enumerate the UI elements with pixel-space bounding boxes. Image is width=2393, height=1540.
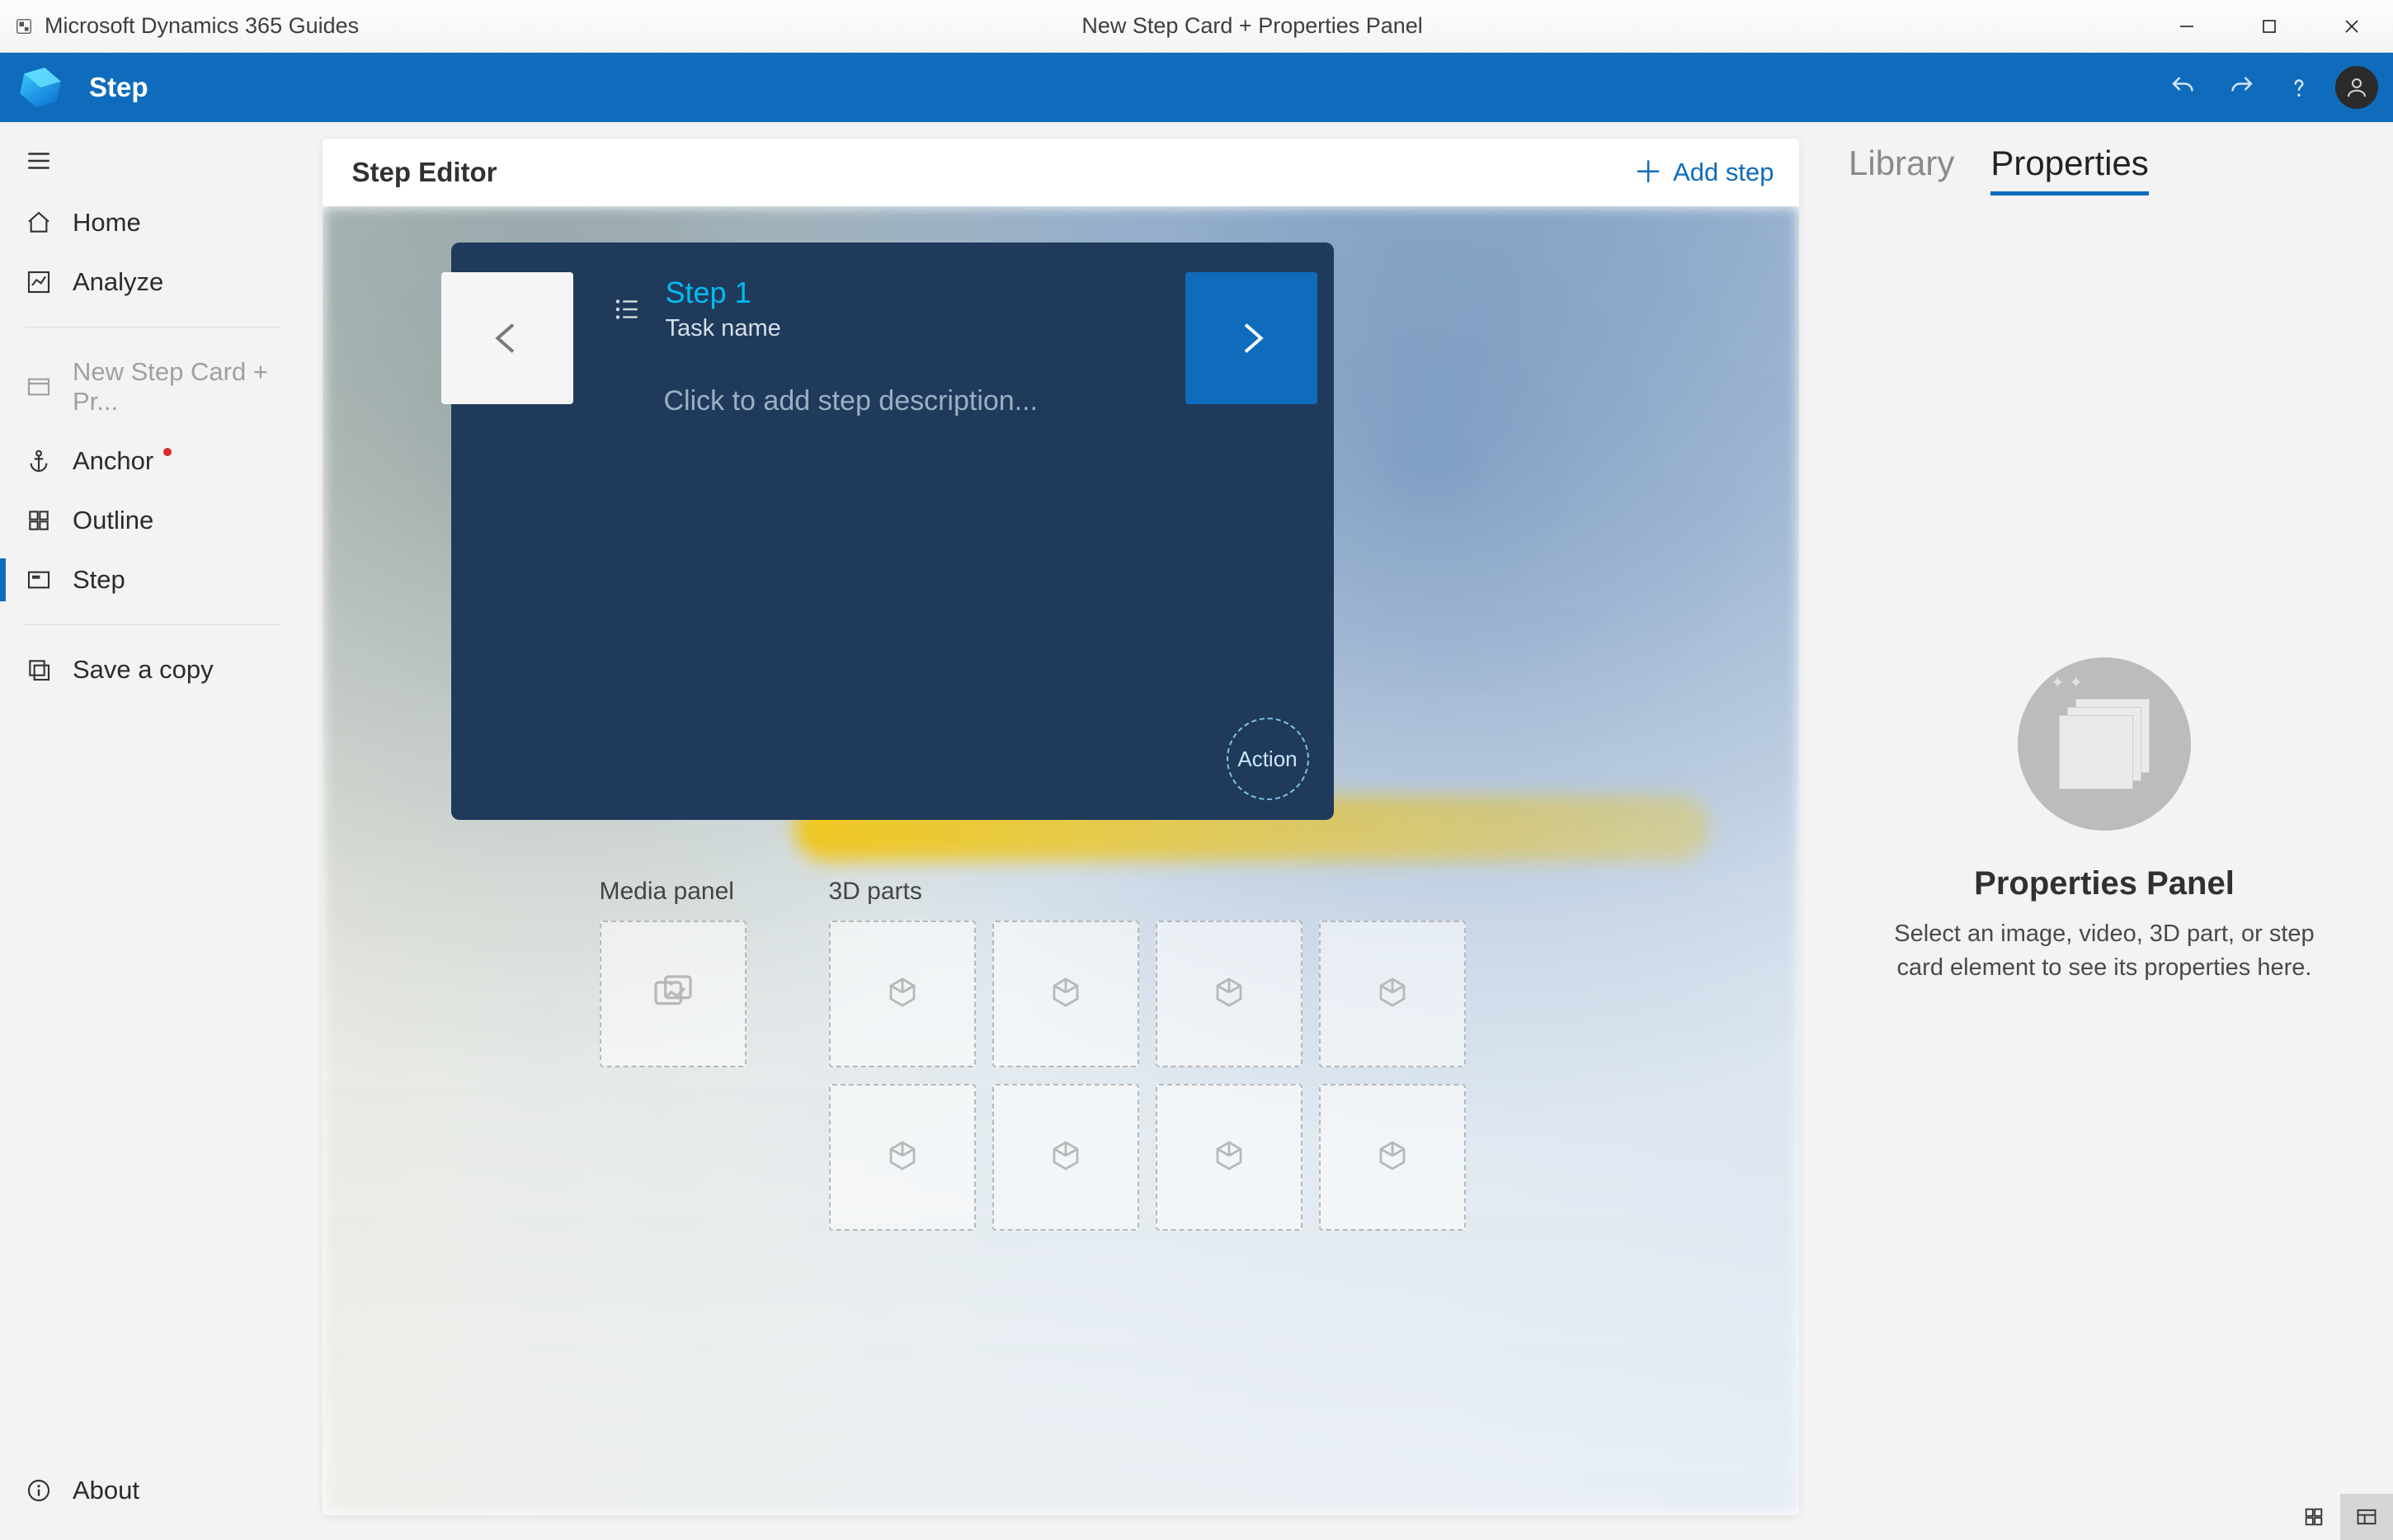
- add-step-label: Add step: [1673, 158, 1774, 187]
- account-button[interactable]: [2335, 66, 2378, 109]
- document-title: New Step Card + Properties Panel: [1081, 13, 1422, 39]
- redo-button[interactable]: [2220, 66, 2263, 109]
- window-minimize-button[interactable]: [2146, 0, 2228, 52]
- sidebar-item-analyze[interactable]: Analyze: [0, 252, 305, 312]
- 3d-part-slot[interactable]: [1156, 921, 1302, 1067]
- sidebar-item-label: Anchor: [73, 446, 153, 476]
- sidebar-item-label: About: [73, 1476, 139, 1505]
- editor-canvas-area: Step Editor ＋ Add step: [305, 122, 1816, 1540]
- window-close-button[interactable]: [2311, 0, 2393, 52]
- 3d-part-slot[interactable]: [1319, 1084, 1466, 1231]
- previous-step-button[interactable]: [441, 272, 573, 404]
- step-task-name[interactable]: Task name: [666, 315, 781, 342]
- properties-placeholder-title: Properties Panel: [1868, 865, 2340, 902]
- task-list-icon: [611, 294, 643, 325]
- home-icon: [25, 209, 53, 237]
- 3d-part-slot[interactable]: [992, 1084, 1139, 1231]
- sidebar-item-label: Outline: [73, 506, 153, 535]
- 3d-part-slot[interactable]: [1156, 1084, 1302, 1231]
- app-logo[interactable]: [0, 53, 81, 122]
- app-icon: [15, 17, 33, 35]
- sidebar-item-home[interactable]: Home: [0, 193, 305, 252]
- view-grid-button[interactable]: [2287, 1494, 2340, 1540]
- add-step-button[interactable]: ＋ Add step: [1633, 158, 1774, 187]
- analyze-icon: [25, 268, 53, 296]
- outline-icon: [25, 506, 53, 535]
- tab-properties[interactable]: Properties: [1990, 144, 2148, 195]
- anchor-icon: [25, 447, 53, 475]
- sidebar-item-recent-guide[interactable]: New Step Card + Pr...: [0, 342, 305, 431]
- guide-file-icon: [25, 373, 53, 401]
- media-slot[interactable]: [600, 921, 747, 1067]
- sidebar-hamburger-button[interactable]: [0, 137, 305, 193]
- view-detail-button[interactable]: [2340, 1494, 2393, 1540]
- 3d-part-slot[interactable]: [992, 921, 1139, 1067]
- right-panel: Library Properties ✦ ✦ Properties Panel …: [1816, 122, 2393, 1540]
- ribbon-bar: Step: [0, 53, 2393, 122]
- sidebar-item-about[interactable]: About: [0, 1461, 305, 1520]
- 3d-parts-heading: 3D parts: [829, 878, 1466, 906]
- media-panel-heading: Media panel: [600, 878, 747, 906]
- info-icon: [25, 1476, 53, 1505]
- 3d-part-slot[interactable]: [829, 921, 976, 1067]
- step-card[interactable]: Step 1 Task name Click to add step descr…: [451, 243, 1334, 820]
- anchor-alert-dot-icon: [163, 448, 172, 456]
- window-maximize-button[interactable]: [2228, 0, 2311, 52]
- sidebar-item-label: Step: [73, 565, 125, 595]
- sidebar-item-step[interactable]: Step: [0, 550, 305, 610]
- left-sidebar: Home Analyze New Step Card + Pr... Ancho…: [0, 122, 305, 1540]
- step-editor-card: Step Editor ＋ Add step: [323, 139, 1799, 1515]
- 3d-part-slot[interactable]: [1319, 921, 1466, 1067]
- tab-library[interactable]: Library: [1849, 144, 1954, 191]
- sidebar-item-label: Home: [73, 208, 141, 238]
- plus-icon: ＋: [1633, 158, 1663, 187]
- editor-title: Step Editor: [352, 157, 497, 188]
- sidebar-separator: [25, 624, 280, 625]
- sidebar-item-anchor[interactable]: Anchor: [0, 431, 305, 491]
- step-icon: [25, 566, 53, 594]
- editor-viewport: Step 1 Task name Click to add step descr…: [323, 206, 1799, 1515]
- sidebar-item-outline[interactable]: Outline: [0, 491, 305, 550]
- 3d-part-slot[interactable]: [829, 1084, 976, 1231]
- help-button[interactable]: [2278, 66, 2320, 109]
- app-title: Microsoft Dynamics 365 Guides: [45, 13, 359, 39]
- sidebar-item-label: New Step Card + Pr...: [73, 357, 280, 417]
- next-step-button[interactable]: [1185, 272, 1317, 404]
- properties-placeholder-body: Select an image, video, 3D part, or step…: [1868, 917, 2340, 984]
- window-titlebar: Microsoft Dynamics 365 Guides New Step C…: [0, 0, 2393, 53]
- step-action-slot[interactable]: Action: [1227, 718, 1309, 800]
- save-copy-icon: [25, 656, 53, 684]
- sidebar-item-label: Analyze: [73, 267, 163, 297]
- sidebar-item-save-copy[interactable]: Save a copy: [0, 640, 305, 699]
- properties-placeholder-icon: ✦ ✦: [2018, 657, 2191, 831]
- ribbon-title: Step: [89, 72, 148, 103]
- sidebar-item-label: Save a copy: [73, 655, 214, 685]
- step-title[interactable]: Step 1: [666, 276, 781, 310]
- step-action-label: Action: [1237, 746, 1297, 772]
- properties-empty-state: ✦ ✦ Properties Panel Select an image, vi…: [1816, 657, 2393, 984]
- undo-button[interactable]: [2162, 66, 2205, 109]
